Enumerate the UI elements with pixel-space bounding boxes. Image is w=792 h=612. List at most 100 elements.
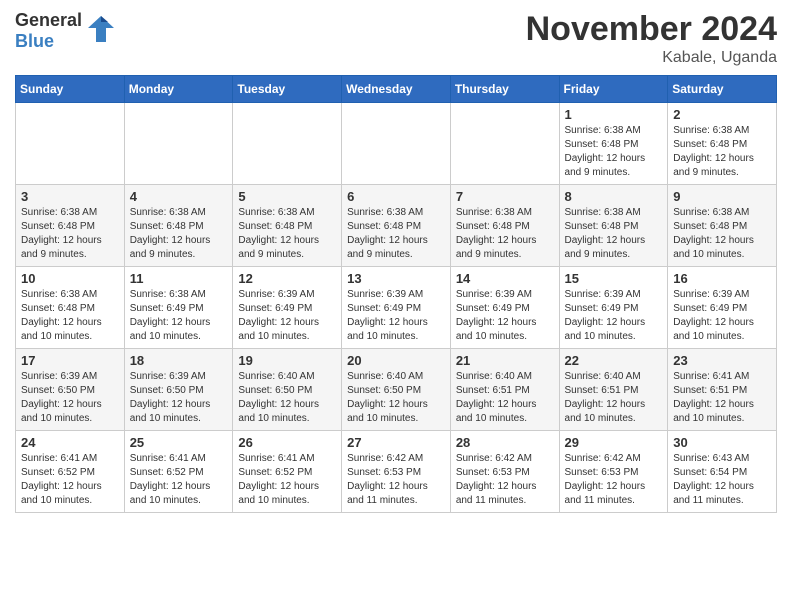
day-info: Sunrise: 6:41 AM Sunset: 6:52 PM Dayligh… [238, 452, 336, 508]
day-info: Sunrise: 6:38 AM Sunset: 6:48 PM Dayligh… [673, 206, 771, 262]
calendar-cell [450, 103, 559, 185]
day-number: 8 [565, 189, 663, 204]
logo-text: General Blue [15, 10, 82, 51]
month-title: November 2024 [526, 10, 777, 49]
day-info: Sunrise: 6:39 AM Sunset: 6:49 PM Dayligh… [565, 288, 663, 344]
day-info: Sunrise: 6:43 AM Sunset: 6:54 PM Dayligh… [673, 452, 771, 508]
day-info: Sunrise: 6:38 AM Sunset: 6:48 PM Dayligh… [347, 206, 445, 262]
calendar-cell [16, 103, 125, 185]
day-info: Sunrise: 6:38 AM Sunset: 6:48 PM Dayligh… [565, 206, 663, 262]
calendar-cell [342, 103, 451, 185]
col-header-tuesday: Tuesday [233, 76, 342, 103]
day-number: 4 [130, 189, 228, 204]
calendar-cell: 1 Sunrise: 6:38 AM Sunset: 6:48 PM Daylig… [559, 103, 668, 185]
calendar-cell: 23Sunrise: 6:41 AM Sunset: 6:51 PM Dayli… [668, 349, 777, 431]
calendar-cell: 3 Sunrise: 6:38 AM Sunset: 6:48 PM Daylig… [16, 185, 125, 267]
day-number: 30 [673, 435, 771, 450]
calendar-table: SundayMondayTuesdayWednesdayThursdayFrid… [15, 75, 777, 513]
calendar-cell: 6Sunrise: 6:38 AM Sunset: 6:48 PM Daylig… [342, 185, 451, 267]
calendar-cell: 4 Sunrise: 6:38 AM Sunset: 6:48 PM Daylig… [124, 185, 233, 267]
calendar-cell: 28 Sunrise: 6:42 AM Sunset: 6:53 PM Dayli… [450, 431, 559, 513]
logo: General Blue [15, 10, 116, 51]
day-info: Sunrise: 6:38 AM Sunset: 6:48 PM Dayligh… [565, 124, 663, 180]
day-info: Sunrise: 6:39 AM Sunset: 6:49 PM Dayligh… [347, 288, 445, 344]
day-number: 3 [21, 189, 119, 204]
day-info: Sunrise: 6:39 AM Sunset: 6:49 PM Dayligh… [456, 288, 554, 344]
day-info: Sunrise: 6:38 AM Sunset: 6:48 PM Dayligh… [130, 206, 228, 262]
day-number: 17 [21, 353, 119, 368]
col-header-sunday: Sunday [16, 76, 125, 103]
day-number: 24 [21, 435, 119, 450]
day-number: 23 [673, 353, 771, 368]
location: Kabale, Uganda [526, 49, 777, 67]
day-info: Sunrise: 6:41 AM Sunset: 6:52 PM Dayligh… [21, 452, 119, 508]
day-number: 21 [456, 353, 554, 368]
day-info: Sunrise: 6:41 AM Sunset: 6:52 PM Dayligh… [130, 452, 228, 508]
day-info: Sunrise: 6:38 AM Sunset: 6:49 PM Dayligh… [130, 288, 228, 344]
col-header-saturday: Saturday [668, 76, 777, 103]
day-number: 9 [673, 189, 771, 204]
day-number: 19 [238, 353, 336, 368]
day-number: 2 [673, 107, 771, 122]
day-info: Sunrise: 6:42 AM Sunset: 6:53 PM Dayligh… [347, 452, 445, 508]
day-info: Sunrise: 6:40 AM Sunset: 6:51 PM Dayligh… [565, 370, 663, 426]
day-number: 5 [238, 189, 336, 204]
title-section: November 2024 Kabale, Uganda [526, 10, 777, 67]
day-info: Sunrise: 6:38 AM Sunset: 6:48 PM Dayligh… [673, 124, 771, 180]
day-number: 11 [130, 271, 228, 286]
col-header-wednesday: Wednesday [342, 76, 451, 103]
calendar-cell: 15 Sunrise: 6:39 AM Sunset: 6:49 PM Dayli… [559, 267, 668, 349]
calendar-cell: 27 Sunrise: 6:42 AM Sunset: 6:53 PM Dayli… [342, 431, 451, 513]
day-info: Sunrise: 6:38 AM Sunset: 6:48 PM Dayligh… [456, 206, 554, 262]
day-number: 14 [456, 271, 554, 286]
calendar-cell: 2 Sunrise: 6:38 AM Sunset: 6:48 PM Daylig… [668, 103, 777, 185]
day-number: 25 [130, 435, 228, 450]
day-info: Sunrise: 6:42 AM Sunset: 6:53 PM Dayligh… [456, 452, 554, 508]
day-number: 18 [130, 353, 228, 368]
day-info: Sunrise: 6:38 AM Sunset: 6:48 PM Dayligh… [21, 288, 119, 344]
day-info: Sunrise: 6:39 AM Sunset: 6:50 PM Dayligh… [21, 370, 119, 426]
day-info: Sunrise: 6:39 AM Sunset: 6:49 PM Dayligh… [238, 288, 336, 344]
calendar-cell: 18 Sunrise: 6:39 AM Sunset: 6:50 PM Dayli… [124, 349, 233, 431]
day-number: 12 [238, 271, 336, 286]
page-header: General Blue November 2024 Kabale, Ugand… [15, 10, 777, 67]
calendar-cell: 24 Sunrise: 6:41 AM Sunset: 6:52 PM Dayli… [16, 431, 125, 513]
logo-icon [86, 14, 116, 49]
day-info: Sunrise: 6:38 AM Sunset: 6:48 PM Dayligh… [238, 206, 336, 262]
day-info: Sunrise: 6:39 AM Sunset: 6:50 PM Dayligh… [130, 370, 228, 426]
calendar-cell: 8 Sunrise: 6:38 AM Sunset: 6:48 PM Daylig… [559, 185, 668, 267]
calendar-cell [124, 103, 233, 185]
day-number: 15 [565, 271, 663, 286]
day-number: 27 [347, 435, 445, 450]
day-info: Sunrise: 6:42 AM Sunset: 6:53 PM Dayligh… [565, 452, 663, 508]
calendar-cell: 19 Sunrise: 6:40 AM Sunset: 6:50 PM Dayli… [233, 349, 342, 431]
calendar-cell: 12 Sunrise: 6:39 AM Sunset: 6:49 PM Dayli… [233, 267, 342, 349]
calendar-cell [233, 103, 342, 185]
day-number: 28 [456, 435, 554, 450]
calendar-cell: 14 Sunrise: 6:39 AM Sunset: 6:49 PM Dayli… [450, 267, 559, 349]
calendar-cell: 17 Sunrise: 6:39 AM Sunset: 6:50 PM Dayli… [16, 349, 125, 431]
col-header-thursday: Thursday [450, 76, 559, 103]
day-number: 1 [565, 107, 663, 122]
day-number: 29 [565, 435, 663, 450]
calendar-cell: 21 Sunrise: 6:40 AM Sunset: 6:51 PM Dayli… [450, 349, 559, 431]
day-number: 26 [238, 435, 336, 450]
calendar-cell: 7Sunrise: 6:38 AM Sunset: 6:48 PM Daylig… [450, 185, 559, 267]
logo-general: General [15, 10, 82, 31]
col-header-monday: Monday [124, 76, 233, 103]
day-info: Sunrise: 6:38 AM Sunset: 6:48 PM Dayligh… [21, 206, 119, 262]
calendar-cell: 16Sunrise: 6:39 AM Sunset: 6:49 PM Dayli… [668, 267, 777, 349]
day-number: 13 [347, 271, 445, 286]
day-number: 16 [673, 271, 771, 286]
day-info: Sunrise: 6:40 AM Sunset: 6:50 PM Dayligh… [238, 370, 336, 426]
day-number: 22 [565, 353, 663, 368]
day-info: Sunrise: 6:40 AM Sunset: 6:51 PM Dayligh… [456, 370, 554, 426]
col-header-friday: Friday [559, 76, 668, 103]
calendar-cell: 20Sunrise: 6:40 AM Sunset: 6:50 PM Dayli… [342, 349, 451, 431]
calendar-cell: 25 Sunrise: 6:41 AM Sunset: 6:52 PM Dayli… [124, 431, 233, 513]
logo-blue: Blue [15, 31, 82, 52]
calendar-cell: 10 Sunrise: 6:38 AM Sunset: 6:48 PM Dayli… [16, 267, 125, 349]
calendar-cell: 13 Sunrise: 6:39 AM Sunset: 6:49 PM Dayli… [342, 267, 451, 349]
day-number: 10 [21, 271, 119, 286]
calendar-cell: 9 Sunrise: 6:38 AM Sunset: 6:48 PM Daylig… [668, 185, 777, 267]
